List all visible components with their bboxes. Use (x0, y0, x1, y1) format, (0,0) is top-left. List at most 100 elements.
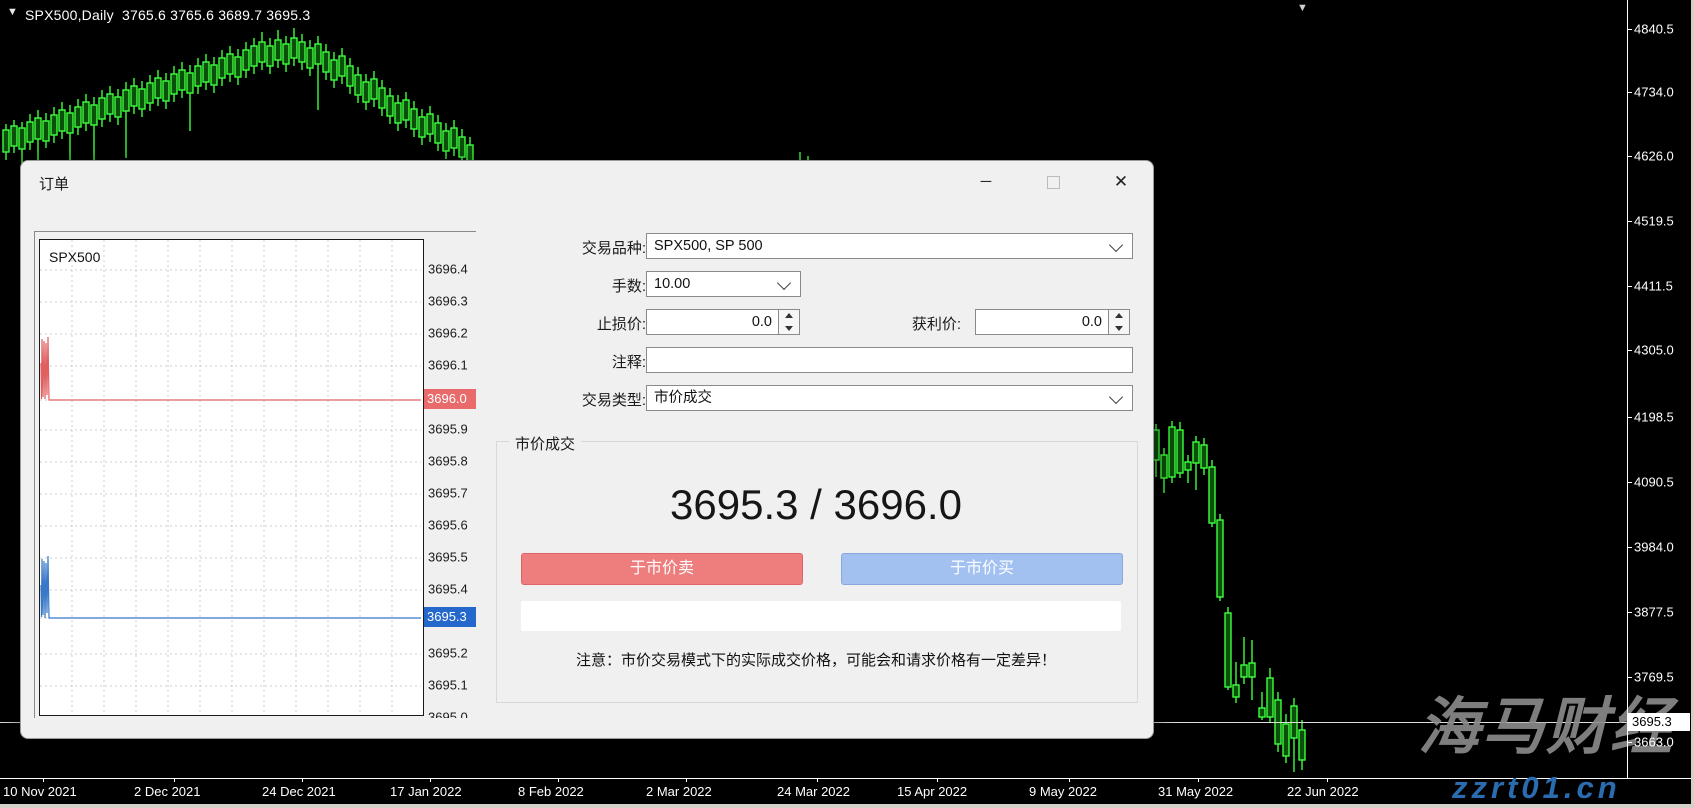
axis-tick (174, 778, 175, 782)
price-axis-label: 4090.5 (1634, 475, 1674, 490)
axis-tick (1327, 778, 1328, 782)
symbol-label: 交易品种: (526, 237, 646, 258)
tick-scale-label: 3695.5 (428, 550, 468, 565)
execution-notice: 注意：市价交易模式下的实际成交价格，可能会和请求价格有一定差异！ (496, 649, 1136, 670)
price-axis-label: 4519.5 (1634, 214, 1674, 229)
order-dialog: 订单 ─ ✕ SPX500 3696.43696.33696.23696.136… (20, 160, 1154, 739)
time-axis-label: 31 May 2022 (1158, 784, 1233, 799)
stoploss-stepper[interactable] (778, 309, 800, 335)
comment-label: 注释: (526, 351, 646, 372)
tick-scale-label: 3695.2 (428, 646, 468, 661)
tick-scale-label: 3695.7 (428, 486, 468, 501)
axis-tick (1627, 677, 1632, 678)
chart-header: SPX500,Daily 3765.6 3765.6 3689.7 3695.3 (25, 7, 310, 23)
takeprofit-input[interactable]: 0.0 (975, 309, 1109, 335)
price-axis-label: 4305.0 (1634, 343, 1674, 358)
price-axis-label: 4198.5 (1634, 410, 1674, 425)
axis-tick (1627, 221, 1632, 222)
spin-up-icon[interactable] (779, 310, 799, 322)
stoploss-label: 止损价: (526, 313, 646, 334)
stoploss-input[interactable]: 0.0 (646, 309, 779, 335)
axis-tick (558, 778, 559, 782)
chart-symbol-period: SPX500,Daily (25, 7, 114, 23)
tick-scale-label: 3695.8 (428, 454, 468, 469)
price-axis-label: 3984.0 (1634, 540, 1674, 555)
price-axis-label: 4626.0 (1634, 149, 1674, 164)
chevron-down-icon (777, 276, 791, 290)
axis-tick (1627, 742, 1632, 743)
chevron-down-icon (1109, 238, 1123, 252)
axis-tick (1627, 286, 1632, 287)
time-axis-label: 24 Dec 2021 (262, 784, 336, 799)
buy-by-market-button[interactable]: 于市价买 (841, 553, 1123, 585)
tick-chart-area: SPX500 (39, 239, 424, 716)
axis-tick (817, 778, 818, 782)
price-axis-label: 3877.5 (1634, 605, 1674, 620)
maximize-button (1030, 167, 1076, 197)
tick-chart-symbol: SPX500 (49, 249, 100, 265)
chart-ohlc: 3765.6 3765.6 3689.7 3695.3 (122, 7, 310, 23)
time-axis-label: 10 Nov 2021 (3, 784, 77, 799)
axis-tick (430, 778, 431, 782)
time-axis-label: 2 Dec 2021 (134, 784, 201, 799)
volume-label: 手数: (526, 275, 646, 296)
axis-tick (686, 778, 687, 782)
price-axis-label: 4840.5 (1634, 22, 1674, 37)
symbol-select[interactable]: SPX500, SP 500 (646, 233, 1133, 259)
tick-scale-label: 3695.0 (428, 710, 468, 719)
price-axis-label: 3769.5 (1634, 670, 1674, 685)
window-edge (0, 804, 1694, 808)
axis-tick (1627, 482, 1632, 483)
price-axis-label: 4734.0 (1634, 85, 1674, 100)
time-axis-label: 22 Jun 2022 (1287, 784, 1359, 799)
spin-up-icon[interactable] (1109, 310, 1129, 322)
tick-scale-label: 3695.4 (428, 582, 468, 597)
axis-tick (1627, 92, 1632, 93)
volume-select[interactable]: 10.00 (646, 271, 801, 297)
axis-tick (1627, 612, 1632, 613)
order-type-select[interactable]: 市价成交 (646, 385, 1133, 411)
close-button[interactable]: ✕ (1098, 167, 1144, 197)
current-price-label: 3695.3 (1628, 713, 1690, 731)
tick-scale-label: 3696.2 (428, 326, 468, 341)
comment-input[interactable] (646, 347, 1133, 373)
order-type-label: 交易类型: (526, 389, 646, 410)
axis-tick (937, 778, 938, 782)
bid-price-label: 3695.3 (424, 607, 476, 627)
tick-scale-label: 3696.4 (428, 262, 468, 277)
tick-scale-label: 3696.3 (428, 294, 468, 309)
axis-tick (1069, 778, 1070, 782)
takeprofit-stepper[interactable] (1108, 309, 1130, 335)
time-axis-label: 24 Mar 2022 (777, 784, 850, 799)
axis-tick (1627, 156, 1632, 157)
tick-scale-label: 3695.1 (428, 678, 468, 693)
order-result-field (521, 601, 1121, 631)
tick-scale-label: 3695.9 (428, 422, 468, 437)
group-title: 市价成交 (509, 433, 581, 454)
maximize-icon (1047, 176, 1060, 189)
time-axis-label: 15 Apr 2022 (897, 784, 967, 799)
time-axis-label: 8 Feb 2022 (518, 784, 584, 799)
tick-scale-label: 3696.1 (428, 358, 468, 373)
ask-price-label: 3696.0 (424, 389, 476, 409)
time-axis-label: 17 Jan 2022 (390, 784, 462, 799)
time-axis-label: 9 May 2022 (1029, 784, 1097, 799)
chevron-down-icon (1109, 390, 1123, 404)
minimize-button[interactable]: ─ (963, 167, 1009, 197)
price-axis-line (1627, 0, 1628, 778)
axis-tick (1627, 350, 1632, 351)
axis-tick (1627, 547, 1632, 548)
axis-tick (43, 778, 44, 782)
bid-ask-quote: 3695.3 / 3696.0 (496, 481, 1136, 529)
takeprofit-label: 获利价: (841, 313, 961, 334)
spin-down-icon[interactable] (779, 322, 799, 334)
sell-by-market-button[interactable]: 于市价卖 (521, 553, 803, 585)
site-watermark: zzrt01.cn (1452, 770, 1621, 806)
time-axis-line (0, 778, 1694, 779)
tick-scale-label: 3695.6 (428, 518, 468, 533)
axis-tick (302, 778, 303, 782)
axis-tick (1198, 778, 1199, 782)
spin-down-icon[interactable] (1109, 322, 1129, 334)
price-axis-label: 3663.0 (1634, 735, 1674, 750)
axis-tick (1627, 417, 1632, 418)
